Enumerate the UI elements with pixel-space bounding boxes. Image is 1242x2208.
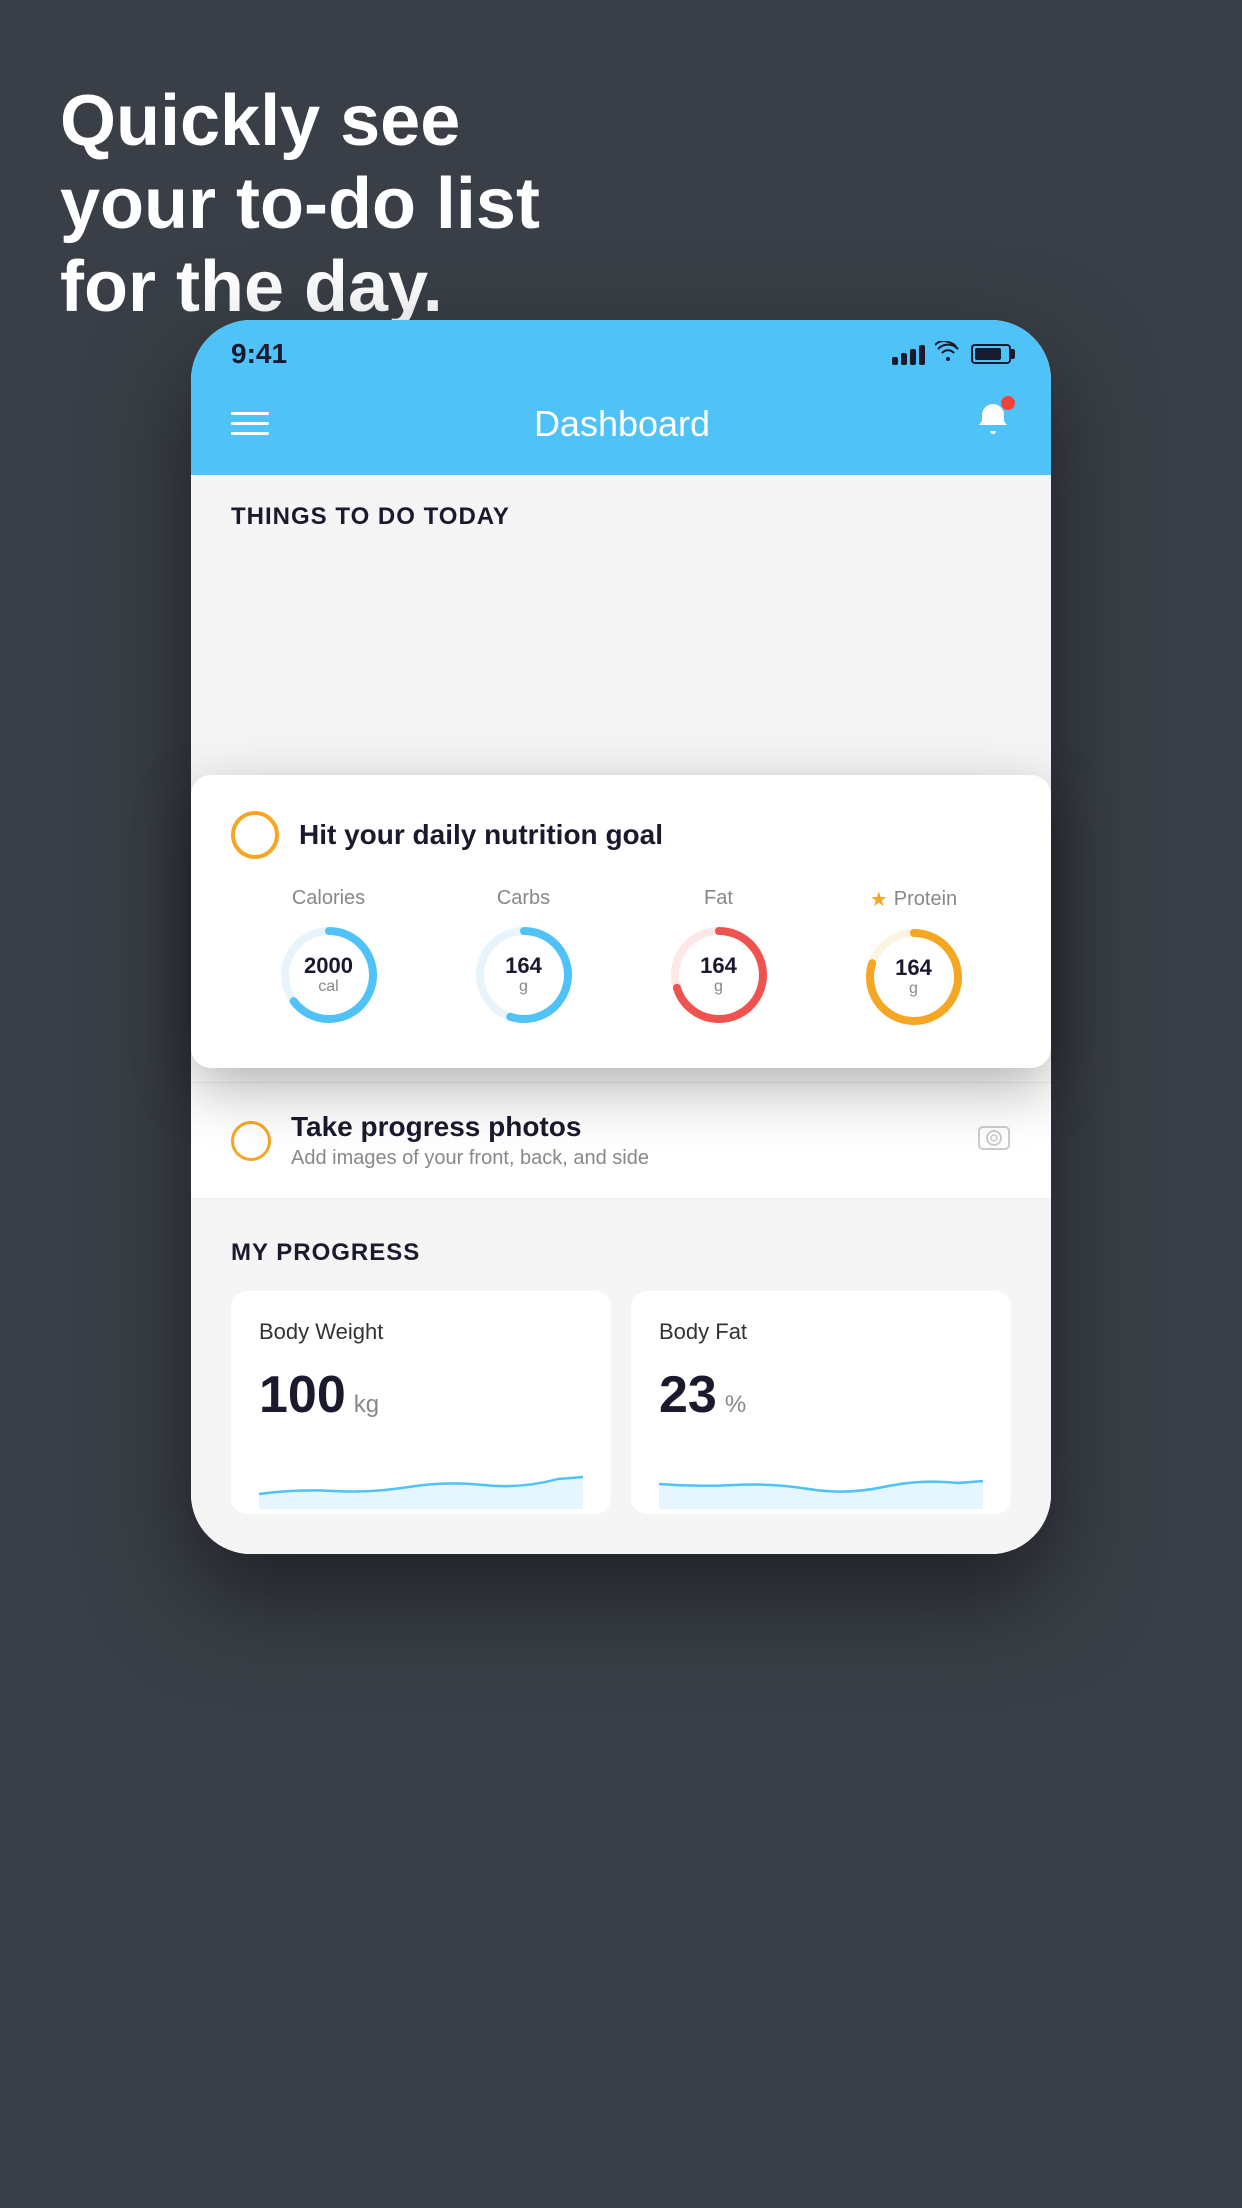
body-fat-value: 23	[659, 1365, 717, 1425]
carbs-value: 164	[505, 954, 542, 978]
nutrition-label: Hit your daily nutrition goal	[299, 819, 663, 851]
calories-donut: 2000 cal	[274, 920, 384, 1030]
wifi-icon	[935, 341, 961, 367]
battery-icon	[971, 344, 1011, 364]
fat-donut: 164 g	[664, 920, 774, 1030]
fat-unit: g	[700, 978, 737, 996]
status-time: 9:41	[231, 338, 287, 370]
notification-dot	[1001, 396, 1015, 410]
protein-donut: 164 g	[859, 922, 969, 1032]
body-weight-sparkline	[259, 1449, 583, 1509]
things-to-do-title: THINGS TO DO TODAY	[231, 503, 510, 530]
protein-label: ★ Protein	[870, 887, 957, 912]
header-title: Dashboard	[534, 403, 710, 445]
notification-button[interactable]	[975, 400, 1011, 447]
body-weight-unit: kg	[354, 1391, 379, 1419]
protein-item: ★ Protein 164 g	[859, 887, 969, 1032]
body-weight-value: 100	[259, 1365, 346, 1425]
star-icon: ★	[870, 887, 888, 912]
fat-item: Fat 164 g	[664, 887, 774, 1030]
nutrition-card: Hit your daily nutrition goal Calories 2…	[191, 775, 1051, 1068]
headline-line1: Quickly see	[60, 80, 540, 163]
body-fat-sparkline	[659, 1449, 983, 1509]
carbs-unit: g	[505, 978, 542, 996]
fat-value: 164	[700, 954, 737, 978]
protein-unit: g	[895, 980, 932, 998]
photos-title: Take progress photos	[291, 1111, 957, 1143]
body-weight-card[interactable]: Body Weight 100 kg	[231, 1291, 611, 1514]
photos-subtitle: Add images of your front, back, and side	[291, 1147, 957, 1170]
progress-cards: Body Weight 100 kg Body Fat	[231, 1291, 1011, 1514]
body-fat-card[interactable]: Body Fat 23 %	[631, 1291, 1011, 1514]
carbs-item: Carbs 164 g	[469, 887, 579, 1030]
progress-title: MY PROGRESS	[231, 1239, 1011, 1267]
nutrition-row: Calories 2000 cal Carbs	[231, 887, 1011, 1032]
headline-line3: for the day.	[60, 246, 540, 329]
status-bar: 9:41	[191, 320, 1051, 380]
app-header: Dashboard	[191, 380, 1051, 475]
progress-section: MY PROGRESS Body Weight 100 kg	[191, 1199, 1051, 1514]
status-icons	[892, 341, 1011, 367]
signal-icon	[892, 343, 925, 365]
fat-label: Fat	[704, 887, 733, 910]
headline-line2: your to-do list	[60, 163, 540, 246]
todo-item-photos[interactable]: Take progress photos Add images of your …	[191, 1083, 1051, 1199]
body-weight-card-title: Body Weight	[259, 1319, 583, 1345]
calories-value: 2000	[304, 954, 353, 978]
menu-button[interactable]	[231, 412, 269, 435]
carbs-label: Carbs	[497, 887, 550, 910]
section-header: THINGS TO DO TODAY	[191, 475, 1051, 547]
body-fat-card-title: Body Fat	[659, 1319, 983, 1345]
calories-item: Calories 2000 cal	[274, 887, 384, 1030]
calories-unit: cal	[304, 978, 353, 996]
calories-label: Calories	[292, 887, 365, 910]
body-fat-unit: %	[725, 1391, 746, 1419]
photos-icon	[977, 1120, 1011, 1162]
carbs-donut: 164 g	[469, 920, 579, 1030]
headline: Quickly see your to-do list for the day.	[60, 80, 540, 328]
photos-check[interactable]	[231, 1121, 271, 1161]
protein-value: 164	[895, 956, 932, 980]
nutrition-check[interactable]	[231, 811, 279, 859]
